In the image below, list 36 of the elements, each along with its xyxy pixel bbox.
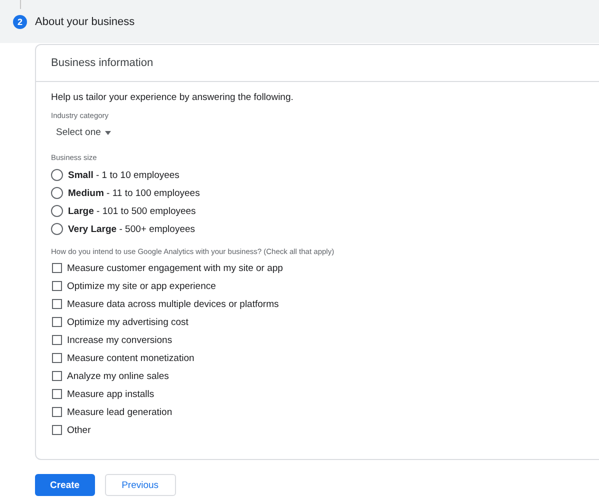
option-label: Optimize my advertising cost bbox=[67, 316, 188, 328]
radio-button[interactable] bbox=[51, 169, 63, 181]
checkbox[interactable] bbox=[52, 425, 62, 435]
previous-button[interactable]: Previous bbox=[104, 474, 176, 496]
step-number: 2 bbox=[13, 14, 27, 28]
industry-dropdown[interactable]: Select one bbox=[56, 127, 599, 138]
option-label: Large - 101 to 500 employees bbox=[68, 206, 196, 216]
checkbox[interactable] bbox=[52, 263, 62, 273]
option-label: Small - 1 to 10 employees bbox=[68, 170, 180, 180]
checkbox[interactable] bbox=[52, 335, 62, 345]
checkbox[interactable] bbox=[52, 389, 62, 399]
checkbox[interactable] bbox=[52, 353, 62, 363]
caret-icon bbox=[104, 130, 111, 134]
option-label: Measure lead generation bbox=[67, 406, 172, 418]
card-title: Business information bbox=[36, 45, 599, 82]
radio-button[interactable] bbox=[51, 205, 63, 217]
radio-button[interactable] bbox=[51, 223, 63, 235]
option-label: Optimize my site or app experience bbox=[67, 280, 216, 292]
create-button[interactable]: Create bbox=[35, 474, 95, 496]
checkbox[interactable] bbox=[52, 317, 62, 327]
checkbox[interactable] bbox=[52, 371, 62, 381]
step-title: About your business bbox=[35, 16, 135, 28]
option-label: Medium - 11 to 100 employees bbox=[68, 188, 200, 198]
option-label: Other bbox=[67, 424, 91, 436]
checkbox[interactable] bbox=[52, 407, 62, 417]
checkbox[interactable] bbox=[52, 299, 62, 309]
option-label: Measure customer engagement with my site or app bbox=[67, 262, 283, 274]
option-label: Analyze my online sales bbox=[67, 370, 169, 382]
checkbox[interactable] bbox=[52, 281, 62, 291]
option-label: Very Large - 500+ employees bbox=[68, 224, 196, 234]
option-label: Measure content monetization bbox=[67, 352, 194, 364]
option-label: Increase my conversions bbox=[67, 334, 172, 346]
option-label: Measure data across multiple devices or platforms bbox=[67, 298, 279, 310]
option-label: Measure app installs bbox=[67, 388, 154, 400]
intro-text: Help us tailor your experience by answering the following. bbox=[51, 92, 294, 103]
radio-button[interactable] bbox=[51, 187, 63, 199]
